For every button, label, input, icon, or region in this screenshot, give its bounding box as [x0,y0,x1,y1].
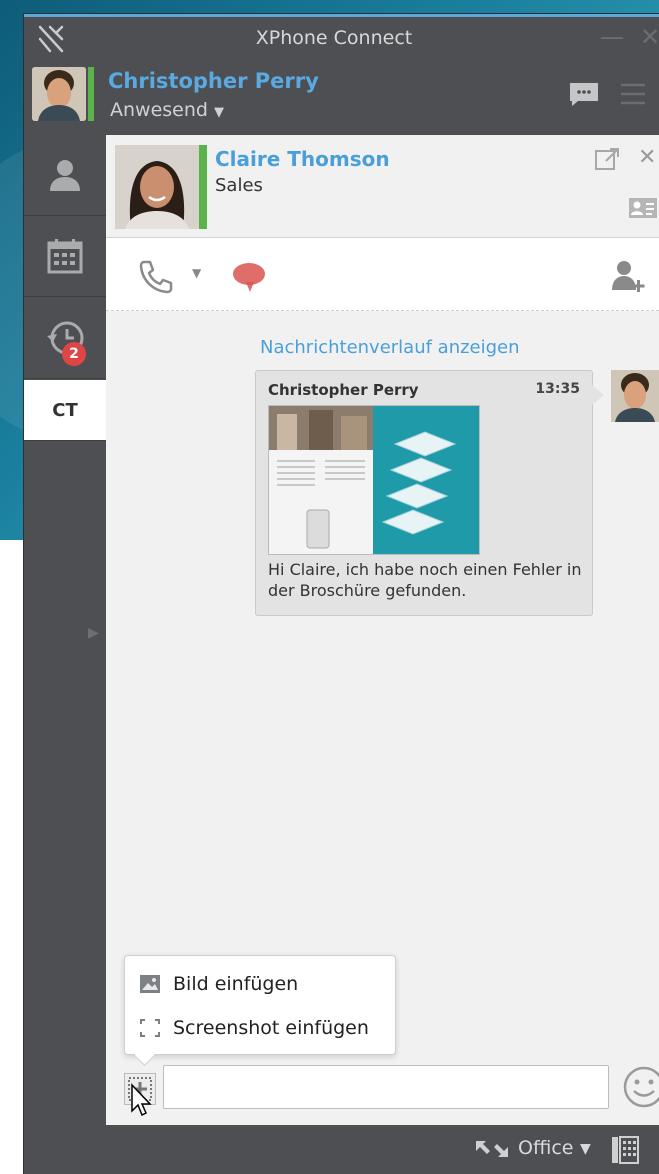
contact-presence-indicator [199,145,207,229]
contact-name[interactable]: Claire Thomson [215,147,390,171]
screenshot-icon [140,1019,160,1037]
window-title: XPhone Connect [255,27,413,49]
instant-message-icon[interactable] [230,260,268,294]
contact-photo [115,145,199,229]
sidebar: 2 CT ▶ [24,135,106,1125]
location-chevron-down-icon[interactable]: ▼ [580,1141,591,1157]
message-sender: Christopher Perry [268,381,419,399]
sidebar-item-contacts[interactable] [24,135,106,216]
dialpad-icon[interactable] [610,1135,640,1165]
message-input[interactable] [163,1065,609,1109]
sidebar-item-history[interactable]: 2 [24,298,106,379]
presence-dropdown[interactable]: Anwesend ▼ [110,99,224,121]
app-window: XPhone Connect — ✕ Christopher Perry Anw… [24,14,659,1174]
attachment-menu: Bild einfügen Screenshot einfügen [124,955,396,1055]
brochure-thumbnail [269,406,479,554]
message-time: 13:35 [535,381,580,397]
mouse-cursor-icon [131,1083,152,1117]
chat-toolbar: ▼ [106,238,659,311]
chevron-down-icon: ▼ [213,105,224,120]
contact-header: Claire Thomson Sales ✕ [106,135,659,238]
sender-photo [611,370,659,422]
phone-icon[interactable] [138,258,174,294]
show-history-link[interactable]: Nachrichtenverlauf anzeigen [260,337,520,358]
user-photo [32,67,86,121]
presence-label: Anwesend [110,99,208,121]
insert-screenshot-label: Screenshot einfügen [173,1017,369,1039]
insert-screenshot-menu-item[interactable]: Screenshot einfügen [125,1006,395,1050]
location-dropdown[interactable]: Office [518,1137,573,1159]
user-avatar[interactable] [32,67,86,121]
image-icon [140,975,160,993]
title-bar[interactable]: XPhone Connect — ✕ [24,17,659,59]
message-text: Hi Claire, ich habe noch einen Fehler in… [268,560,582,600]
sender-avatar [611,370,659,422]
close-window-button[interactable]: ✕ [640,23,659,51]
close-icon[interactable]: ✕ [638,145,656,170]
sidebar-item-ct[interactable]: CT [24,380,106,441]
message-bubble: Christopher Perry 13:35 Hi Claire, ich h… [255,370,604,616]
person-icon [50,160,80,191]
message-image-attachment[interactable] [268,405,480,555]
add-person-icon[interactable] [610,258,646,294]
expand-sidebar-icon[interactable]: ▶ [88,625,99,641]
popout-icon[interactable] [594,147,620,171]
chat-bubble-icon[interactable] [568,81,600,107]
contact-card-icon[interactable] [628,197,658,219]
call-options-chevron-icon[interactable]: ▼ [192,266,201,280]
calendar-icon [47,239,83,274]
history-badge: 2 [62,342,86,366]
hamburger-menu-icon[interactable] [618,79,648,109]
presence-indicator [88,67,94,121]
chat-panel: Claire Thomson Sales ✕ ▼ Nachrichtenverl… [106,135,659,1125]
contact-department: Sales [215,175,263,196]
minimize-button[interactable]: — [600,23,624,51]
insert-image-label: Bild einfügen [173,973,299,995]
contact-avatar[interactable] [115,145,199,229]
insert-image-menu-item[interactable]: Bild einfügen [125,962,395,1006]
emoji-icon[interactable] [622,1065,659,1109]
user-name: Christopher Perry [108,69,319,93]
sidebar-item-calendar[interactable] [24,216,106,297]
user-bar: Christopher Perry Anwesend ▼ [24,59,659,135]
location-switch-icon[interactable] [474,1139,510,1159]
status-bar: Office ▼ [24,1125,659,1174]
